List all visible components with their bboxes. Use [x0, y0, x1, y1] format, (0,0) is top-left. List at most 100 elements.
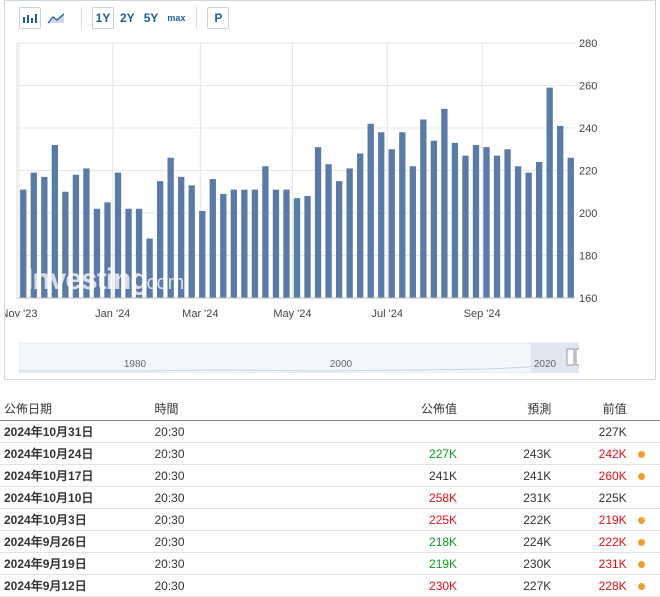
revised-indicator-cell: [630, 552, 660, 575]
bar-chart-type-button[interactable]: [19, 7, 41, 29]
data-bar[interactable]: [272, 189, 280, 298]
table-row: 2024年10月10日 20:30 258K 231K 225K: [0, 486, 660, 509]
table-row: 2024年9月12日 20:30 230K 227K 228K: [0, 574, 660, 597]
row-actual: 218K: [348, 530, 462, 553]
navigator-right-handle[interactable]: [575, 348, 579, 366]
row-date: 2024年10月17日: [0, 464, 151, 487]
row-time: 20:30: [150, 486, 349, 509]
data-bar[interactable]: [230, 189, 237, 298]
data-bar[interactable]: [557, 125, 564, 298]
row-time: 20:30: [150, 574, 349, 597]
y-tick-label: 180: [579, 251, 597, 263]
range-max-button[interactable]: max: [167, 7, 185, 29]
data-bar[interactable]: [399, 132, 406, 298]
data-bar[interactable]: [378, 132, 385, 298]
table-row: 2024年10月31日 20:30 227K: [0, 420, 660, 443]
row-forecast: 227K: [461, 574, 556, 597]
data-bar[interactable]: [314, 147, 322, 298]
table-row: 2024年9月26日 20:30 218K 224K 222K: [0, 530, 660, 553]
data-bar[interactable]: [493, 155, 501, 298]
x-tick-label: Nov '23: [5, 308, 37, 320]
row-date: 2024年10月10日: [0, 486, 151, 509]
row-date: 2024年10月24日: [0, 442, 151, 465]
data-bar[interactable]: [262, 166, 269, 298]
chart-panel: 160 180 200 220 240 260 280 Nov '23 Jan '24 Mar '…: [4, 0, 656, 380]
row-forecast: 230K: [461, 552, 556, 575]
row-previous: 225K: [555, 486, 631, 509]
area-chart-type-button[interactable]: [47, 7, 65, 29]
row-time: 20:30: [150, 552, 349, 575]
range-5y-button[interactable]: 5Y: [144, 7, 159, 29]
p-button[interactable]: P: [207, 7, 230, 29]
data-bar[interactable]: [241, 189, 248, 298]
range-2y-button[interactable]: 2Y: [120, 7, 135, 29]
data-bar[interactable]: [567, 157, 574, 298]
data-bar[interactable]: [357, 153, 364, 299]
header-release-date[interactable]: 公佈日期: [0, 396, 151, 421]
header-spacer: [630, 396, 660, 421]
row-forecast: [461, 420, 556, 443]
row-actual: 258K: [348, 486, 462, 509]
chart-toolbar: 1Y 2Y 5Y max P: [19, 7, 235, 29]
data-bar[interactable]: [451, 142, 459, 298]
y-tick-label: 240: [579, 123, 597, 135]
revised-dot-icon[interactable]: [637, 560, 645, 568]
data-bar[interactable]: [546, 87, 553, 298]
data-bar[interactable]: [388, 149, 395, 298]
row-forecast: 231K: [461, 486, 556, 509]
revised-indicator-cell: [630, 530, 660, 553]
row-forecast: 241K: [461, 464, 556, 487]
row-date: 2024年9月19日: [0, 552, 151, 575]
watermark-suffix: .com: [141, 272, 184, 294]
navigator-left-handle[interactable]: [566, 348, 575, 366]
revised-dot-icon[interactable]: [637, 516, 645, 524]
data-bar[interactable]: [199, 210, 206, 298]
row-previous: 219K: [555, 508, 631, 531]
data-bar[interactable]: [535, 162, 543, 298]
data-bar[interactable]: [472, 145, 480, 298]
data-bar[interactable]: [409, 166, 416, 298]
revised-indicator-cell: [630, 486, 660, 509]
data-bar[interactable]: [430, 140, 438, 298]
row-actual: 230K: [348, 574, 462, 597]
range-1y-button[interactable]: 1Y: [92, 7, 114, 29]
header-previous[interactable]: 前值: [555, 396, 631, 421]
data-bar[interactable]: [293, 198, 301, 298]
data-bar[interactable]: [346, 168, 353, 298]
data-bar[interactable]: [483, 147, 490, 298]
data-bar[interactable]: [441, 108, 448, 298]
header-actual[interactable]: 公佈值: [348, 396, 462, 421]
data-bar[interactable]: [251, 189, 259, 298]
data-bar[interactable]: [283, 189, 290, 298]
data-bar[interactable]: [420, 119, 427, 299]
data-bar[interactable]: [525, 172, 532, 298]
revised-dot-icon[interactable]: [637, 582, 645, 590]
data-bar[interactable]: [504, 149, 511, 298]
row-date: 2024年10月3日: [0, 508, 151, 531]
header-time[interactable]: 時間: [150, 396, 349, 421]
row-actual: 227K: [348, 442, 462, 465]
revised-indicator-cell: [630, 464, 660, 487]
data-bar[interactable]: [304, 196, 311, 298]
range-navigator[interactable]: 1980 2000 2020: [19, 341, 579, 373]
data-bar[interactable]: [462, 155, 469, 298]
navigator-label: 2020: [534, 359, 557, 370]
data-bar[interactable]: [325, 164, 332, 298]
data-bar[interactable]: [335, 181, 343, 298]
row-previous: 227K: [555, 420, 631, 443]
data-bar[interactable]: [188, 185, 195, 298]
row-previous: 228K: [555, 574, 631, 597]
revised-dot-icon[interactable]: [637, 472, 645, 480]
row-previous: 242K: [555, 442, 631, 465]
revised-dot-icon[interactable]: [637, 450, 645, 458]
data-bar[interactable]: [209, 179, 216, 298]
y-tick-label: 220: [579, 166, 597, 178]
data-bar[interactable]: [367, 123, 374, 298]
row-forecast: 222K: [461, 508, 556, 531]
x-tick-label: Jan '24: [95, 308, 130, 320]
revised-dot-icon[interactable]: [637, 538, 645, 546]
row-time: 20:30: [150, 442, 349, 465]
header-forecast[interactable]: 預測: [461, 396, 556, 421]
data-bar[interactable]: [220, 193, 227, 298]
data-bar[interactable]: [514, 166, 522, 298]
